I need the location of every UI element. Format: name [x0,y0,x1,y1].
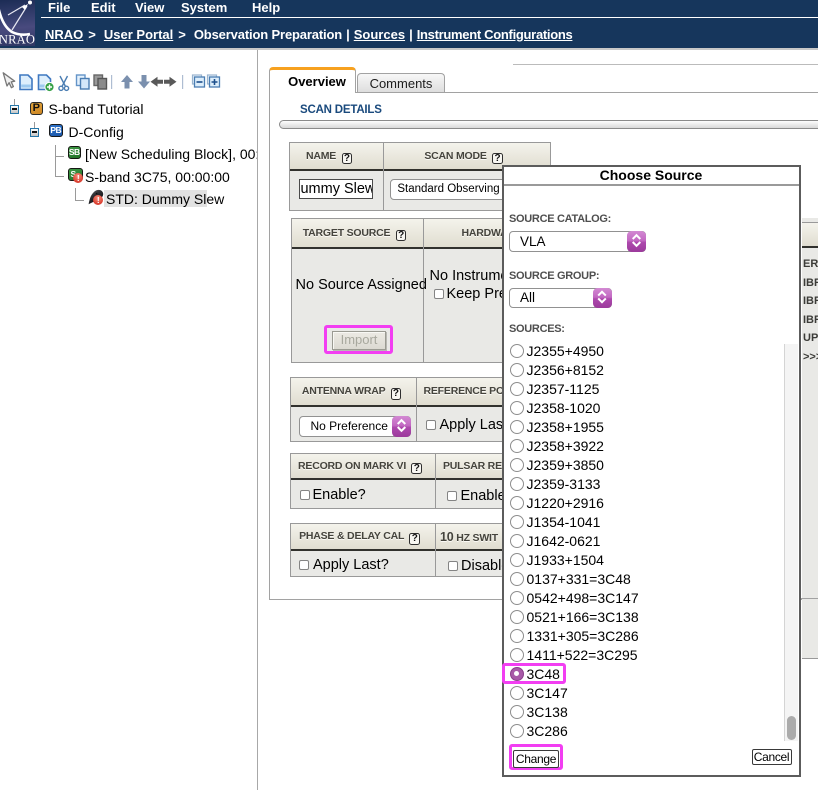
svg-text:NRAO: NRAO [0,33,35,47]
